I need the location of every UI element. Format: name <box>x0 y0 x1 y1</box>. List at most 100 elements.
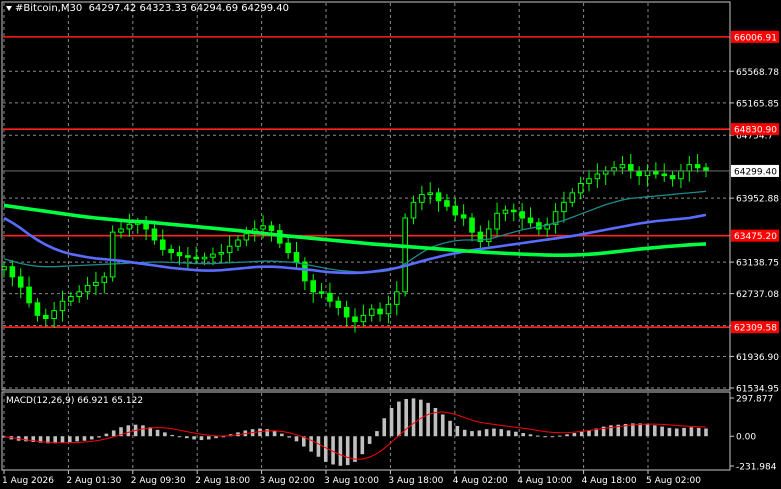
candle-body <box>310 280 317 293</box>
candle-body <box>519 211 525 219</box>
macd-bar <box>89 436 94 440</box>
candle-body <box>68 296 74 302</box>
candle-body <box>34 302 41 316</box>
candle-body <box>42 314 49 320</box>
candle-body <box>686 164 693 172</box>
macd-bar <box>75 436 79 442</box>
macd-bar <box>674 428 679 437</box>
macd-bar <box>68 436 72 443</box>
macd-bar <box>653 425 657 437</box>
macd-bar <box>645 424 650 437</box>
macd-bar <box>440 414 445 437</box>
macd-bar <box>177 436 182 438</box>
macd-bar <box>294 436 299 442</box>
x-tick-label: 3 Aug 18:00 <box>388 476 443 486</box>
y-tick-label: 61534.95 <box>736 385 779 395</box>
macd-bar <box>514 431 518 437</box>
macd-bar <box>126 425 131 437</box>
x-tick-label: 4 Aug 02:00 <box>453 476 508 486</box>
candle-body <box>444 200 450 207</box>
candle-body <box>51 310 57 320</box>
macd-bar <box>536 435 540 437</box>
x-tick-label: 4 Aug 10:00 <box>517 476 572 486</box>
level-label: 66006.91 <box>734 33 777 43</box>
candle-body <box>586 178 592 184</box>
candle-body <box>427 192 434 195</box>
macd-bar <box>426 402 430 437</box>
candle-body <box>193 256 200 260</box>
candle-body <box>327 292 333 302</box>
macd-bar <box>638 423 642 437</box>
candle-body <box>377 308 383 315</box>
candle-body <box>452 205 459 216</box>
macd-bar <box>287 436 291 438</box>
macd-bar <box>528 434 533 437</box>
candle-body <box>268 225 275 232</box>
candle-body <box>118 228 124 233</box>
candle-body <box>101 276 108 283</box>
chart-header: #Bitcoin,M30 64297.42 64323.33 64294.69 … <box>6 3 289 14</box>
candle-body <box>343 307 350 318</box>
candle-body <box>26 286 32 304</box>
macd-bar <box>60 436 65 443</box>
candle-body <box>293 252 300 263</box>
macd-bar <box>185 436 189 439</box>
x-tick-label: 5 Aug 02:00 <box>646 476 701 486</box>
macd-bar <box>696 427 701 437</box>
chevron-down-icon[interactable] <box>6 5 12 11</box>
macd-bar <box>192 436 196 440</box>
candle-body <box>393 291 400 305</box>
candle-body <box>703 167 709 172</box>
candle-body <box>126 223 133 230</box>
candle-body <box>602 170 609 175</box>
candle-body <box>318 291 325 294</box>
macd-bar <box>462 429 467 437</box>
candle-body <box>210 253 216 258</box>
candle-body <box>84 285 91 293</box>
symbol-timeframe: #Bitcoin,M30 <box>15 3 83 14</box>
macd-bar <box>397 401 401 437</box>
candle-body <box>218 252 225 255</box>
macd-bar <box>411 398 416 437</box>
macd-bar <box>199 436 204 441</box>
candle-body <box>627 164 634 172</box>
chart-canvas[interactable]: 65568.7865165.8564754.763952.8863138.756… <box>0 0 781 489</box>
macd-bar <box>82 436 87 441</box>
candle-body <box>502 209 509 214</box>
level-label: 64830.90 <box>734 126 777 136</box>
macd-bar <box>111 430 116 437</box>
candle-body <box>201 256 208 260</box>
macd-bar <box>258 428 262 437</box>
candle-body <box>611 167 617 172</box>
candle-body <box>109 231 116 278</box>
macd-bar <box>375 431 379 437</box>
macd-bar <box>280 433 284 437</box>
candle-body <box>402 217 408 293</box>
macd-bar <box>579 431 584 437</box>
candle-body <box>235 239 241 247</box>
y-tick-label: 65568.78 <box>736 68 779 78</box>
macd-bar <box>682 427 686 437</box>
macd-bar <box>338 436 343 466</box>
ohlc-values: 64297.42 64323.33 64294.69 64299.40 <box>88 3 289 14</box>
candle-body <box>93 281 99 287</box>
candle-body <box>653 170 659 175</box>
macd-bar <box>667 427 672 437</box>
macd-title: MACD(12,26,9) 66.921 65.122 <box>6 396 144 406</box>
candle-body <box>368 308 375 316</box>
candle-body <box>460 214 467 219</box>
candle-body <box>577 182 584 194</box>
candle-body <box>678 170 684 180</box>
macd-bar <box>345 436 350 466</box>
macd-bar <box>367 436 372 444</box>
candle-body <box>335 300 342 309</box>
macd-bar <box>587 430 591 437</box>
candle-body <box>159 239 166 250</box>
macd-bar <box>704 428 708 437</box>
y-tick-label: 63952.88 <box>736 195 779 205</box>
macd-bar <box>470 431 474 437</box>
candle-body <box>527 217 534 224</box>
macd-bar <box>543 436 547 438</box>
macd-bar <box>492 428 496 437</box>
candle-body <box>352 316 358 323</box>
